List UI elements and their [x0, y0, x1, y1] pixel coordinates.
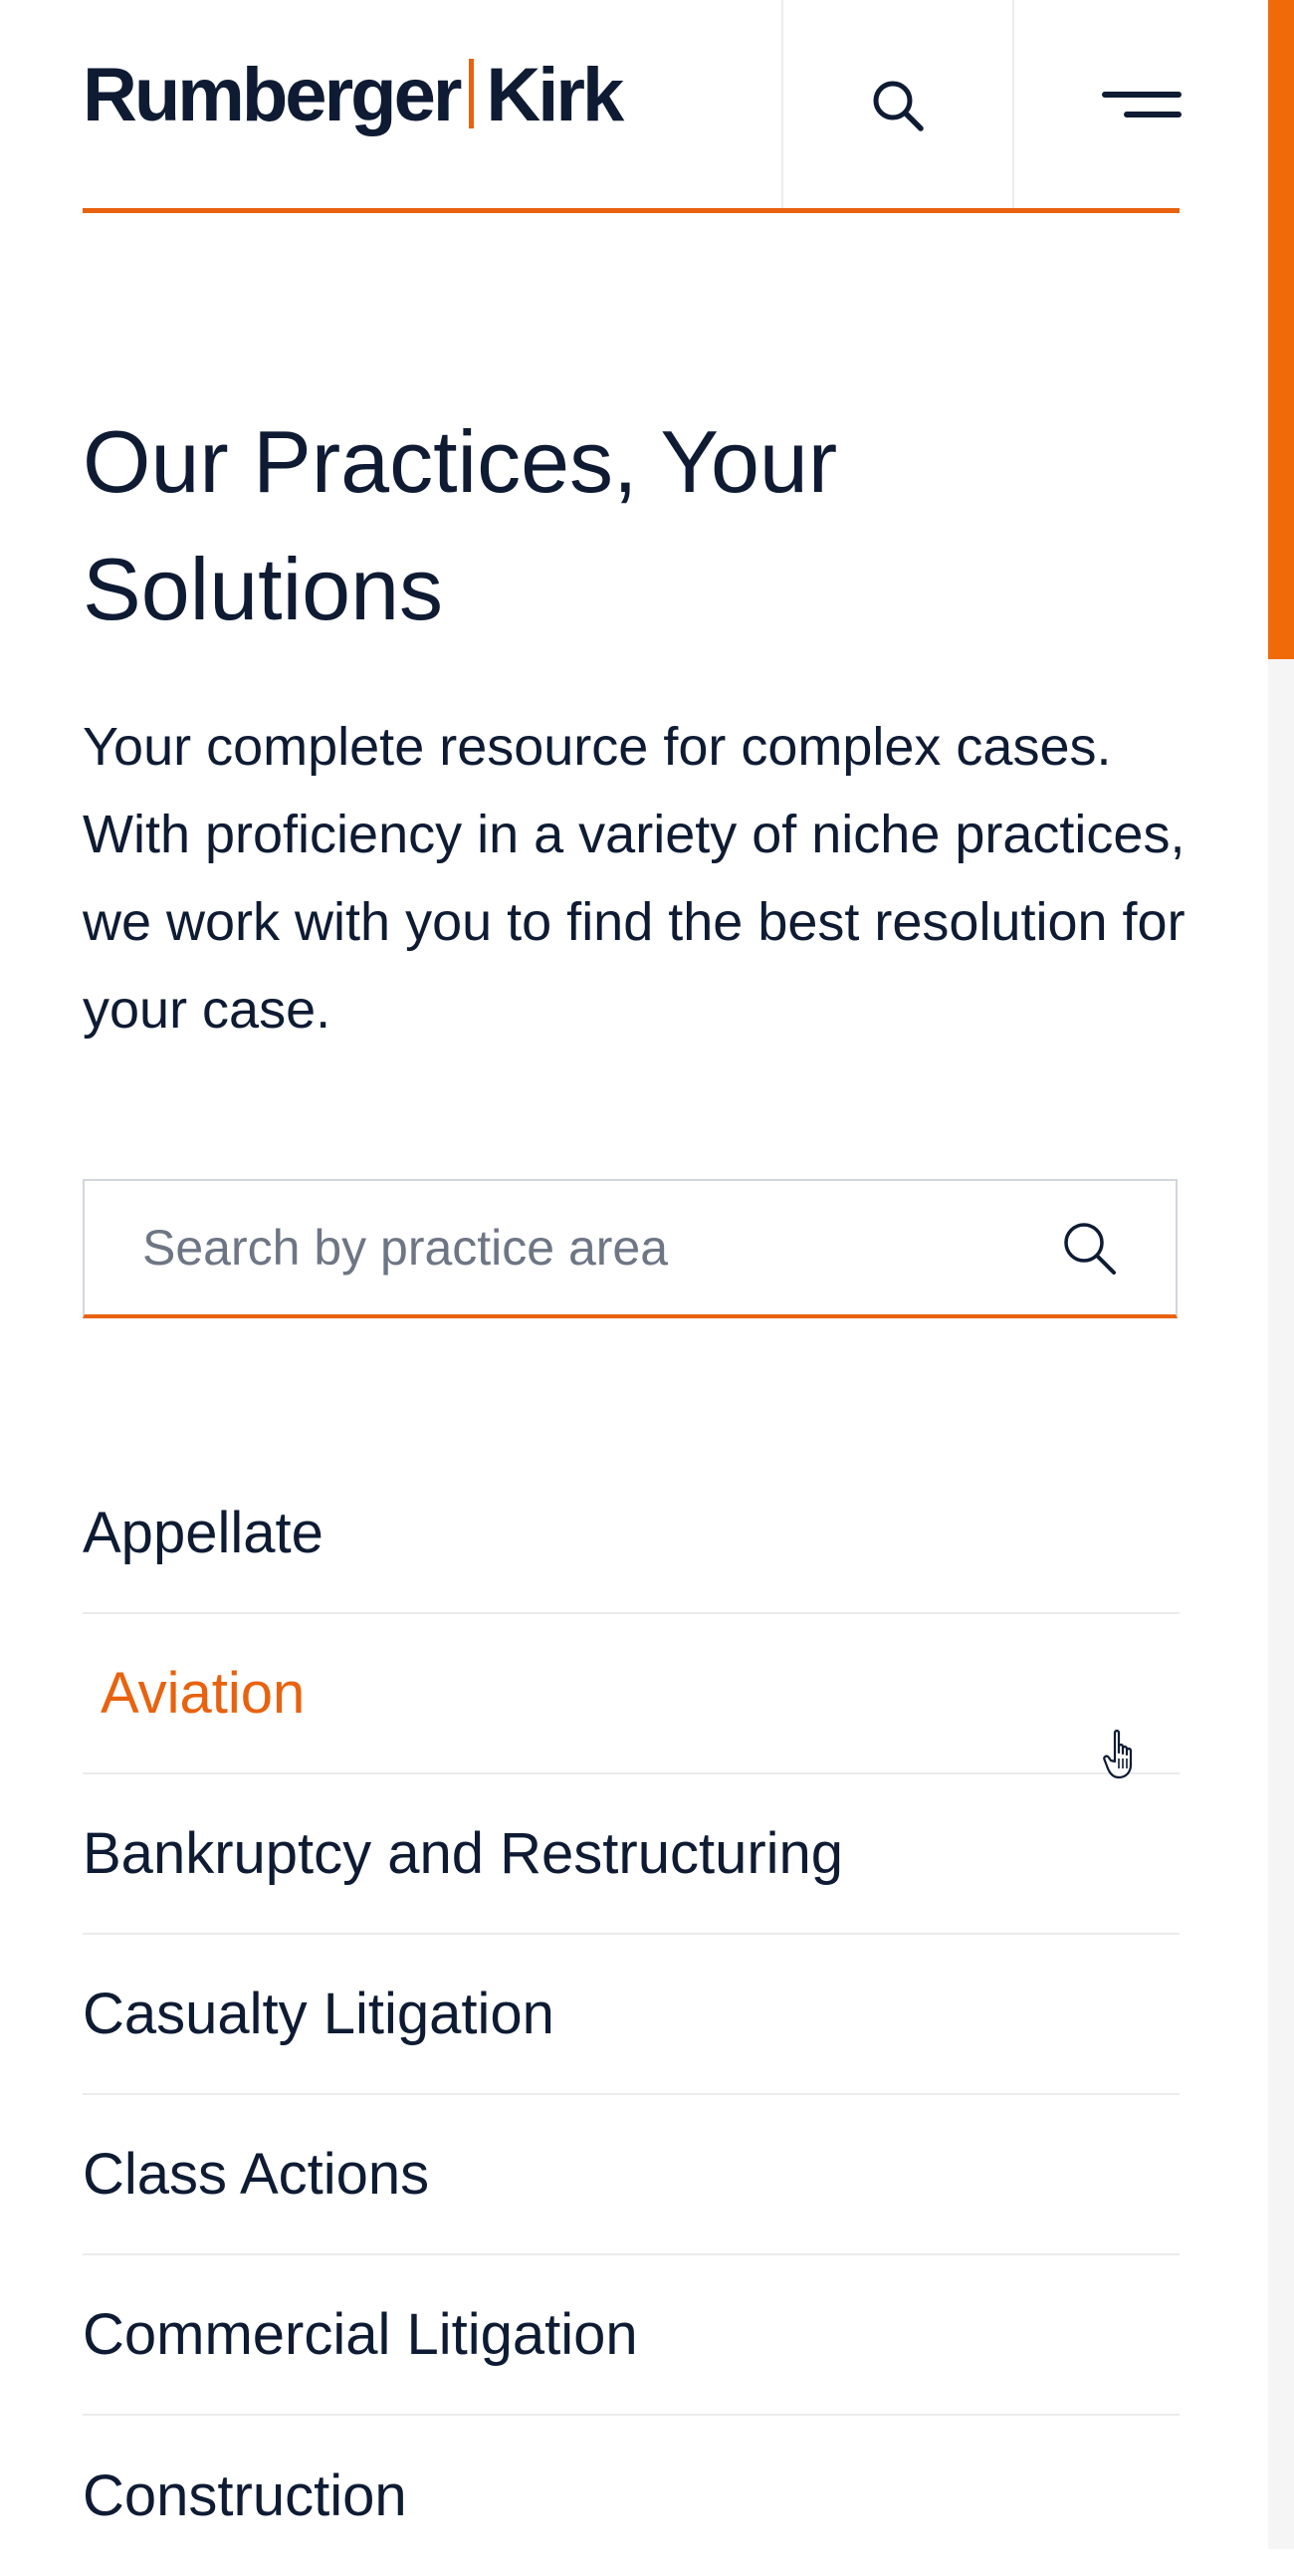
- logo-text-rumberger: Rumberger: [83, 53, 462, 137]
- intro-text: Your complete resource for complex cases…: [83, 717, 1186, 1040]
- practice-search-input[interactable]: [142, 1181, 1038, 1314]
- scrollbar-thumb[interactable]: [1268, 0, 1294, 659]
- practice-search-box: [83, 1179, 1178, 1318]
- header-accent-rule: [83, 208, 1180, 213]
- practice-list: Appellate Aviation Bankruptcy and Restru…: [83, 1454, 1180, 2576]
- practice-item-construction[interactable]: Construction: [83, 2416, 1180, 2576]
- practice-item-casualty-litigation[interactable]: Casualty Litigation: [83, 1935, 1180, 2095]
- search-icon: [873, 81, 924, 131]
- practice-item-commercial-litigation[interactable]: Commercial Litigation: [83, 2255, 1180, 2416]
- practice-item-bankruptcy[interactable]: Bankruptcy and Restructuring: [83, 1774, 1180, 1935]
- logo[interactable]: Rumberger Kirk: [83, 58, 624, 133]
- logo-text-kirk: Kirk: [486, 53, 624, 137]
- menu-button[interactable]: [1014, 0, 1263, 211]
- header-search-button[interactable]: [783, 0, 1012, 211]
- logo-separator: [469, 59, 475, 128]
- page-title: Our Practices, Your Solutions: [83, 412, 838, 638]
- practice-item-aviation[interactable]: Aviation: [83, 1614, 1180, 1774]
- pointer-cursor-icon: [1103, 1730, 1133, 1779]
- search-icon[interactable]: [1058, 1217, 1122, 1281]
- practice-item-class-actions[interactable]: Class Actions: [83, 2095, 1180, 2255]
- site-header: Rumberger Kirk: [0, 0, 1294, 213]
- practice-item-appellate[interactable]: Appellate: [83, 1454, 1180, 1614]
